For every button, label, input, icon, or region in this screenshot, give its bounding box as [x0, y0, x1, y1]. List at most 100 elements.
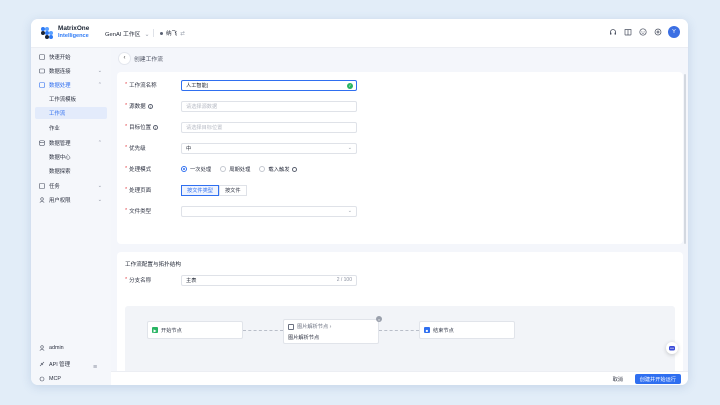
avatar[interactable]: Y [668, 26, 680, 38]
sidebar-item-label: 工作流 [49, 111, 66, 117]
radio-label: 载入触发 [268, 167, 290, 173]
workflow-config-card: 工作流配置与拓扑结构 * 分支名称 主表 2 / 100 ▶ 开始节点 图片解析节 [117, 252, 683, 385]
by-file-type-option[interactable]: 按文件类型 [181, 184, 219, 196]
parser-node-header: 图片解析节点 › [288, 323, 331, 330]
input-placeholder: 请选择源数据 [186, 103, 218, 110]
target-location-input[interactable]: 请选择目标位置 [181, 121, 357, 133]
sidebar-item-tasks[interactable]: 任务 ⌄ [35, 180, 107, 192]
top-tools: Y [608, 26, 680, 38]
project-dot-icon [160, 32, 163, 36]
brand-logo-icon [41, 27, 53, 39]
form-row-priority: * 优先级 中 ⌄ [125, 142, 357, 154]
rocket-icon [39, 54, 45, 60]
chevron-down-icon: ⌄ [347, 145, 352, 151]
form-row-target: * 目标位置 i 请选择目标位置 [125, 121, 357, 133]
sidebar-item-workflow-templates[interactable]: 工作流模板 [35, 93, 107, 105]
image-icon [288, 323, 294, 330]
form-row-page: * 处理页面 按文件类型 按文件 [125, 184, 247, 196]
start-node[interactable]: ▶ 开始节点 [147, 321, 243, 339]
project-switcher[interactable]: 纳飞 ⇄ [160, 29, 185, 37]
label-text: 工作流名称 [129, 83, 157, 89]
chevron-down-icon: ⌄ [97, 68, 102, 74]
chevron-down-icon: ⌄ [347, 208, 352, 214]
book-icon[interactable] [623, 28, 632, 37]
divider [153, 29, 154, 37]
target-label: * 目标位置 i [125, 123, 181, 131]
page-label: * 处理页面 [125, 187, 152, 194]
scrollbar[interactable] [684, 74, 686, 244]
sidebar-item-label: admin [49, 345, 64, 351]
start-node-icon: ▶ [152, 327, 158, 333]
sidebar-item-label: 数据探索 [49, 169, 71, 175]
person-icon [39, 345, 45, 351]
parser-node[interactable]: 图片解析节点 › 图片解析节点 [283, 319, 379, 344]
input-value: 主表 [186, 277, 197, 284]
workspace-switcher[interactable]: GenAI 工作区 ⌄ [105, 29, 149, 38]
section-title: 工作流配置与拓扑结构 [125, 262, 181, 268]
workflow-name-input[interactable]: 人工智能| ✓ [181, 79, 357, 91]
label-text: 文件类型 [129, 209, 152, 215]
file-type-select[interactable]: ⌄ [181, 205, 357, 217]
sidebar-item-jobs[interactable]: 作业 [35, 122, 107, 134]
db-icon [39, 140, 45, 146]
input-placeholder: 请选择目标位置 [186, 124, 223, 131]
sidebar-item-label: 工作流模板 [49, 97, 76, 103]
mode-label: * 处理模式 [125, 166, 152, 173]
sidebar-item-label: 数据处理 [49, 83, 71, 89]
settings-icon[interactable] [653, 28, 662, 37]
filetype-label: * 文件类型 [125, 208, 152, 215]
radio-periodic[interactable]: 周期处理 [220, 165, 250, 173]
source-data-input[interactable]: 请选择源数据 [181, 100, 357, 112]
sidebar-item-label: MCP [49, 376, 61, 382]
brand-line2: Intelligence [58, 33, 89, 39]
form-row-branch: * 分支名称 主表 2 / 100 [125, 274, 357, 286]
node-header-label: 图片解析节点 › [297, 324, 332, 330]
branch-name-input[interactable]: 主表 2 / 100 [181, 274, 357, 286]
sidebar-item-workflow[interactable]: 工作流 [35, 107, 107, 119]
priority-select[interactable]: 中 ⌄ [181, 142, 357, 154]
headset-icon[interactable] [608, 28, 617, 37]
app-window: MatrixOne Intelligence GenAI 工作区 ⌄ 纳飞 ⇄ Y [31, 19, 688, 385]
by-file-option[interactable]: 按文件 [218, 184, 247, 196]
sidebar-item-label: 用户权限 [49, 198, 71, 204]
sidebar-item-label: 数据连接 [49, 69, 71, 75]
parser-node-body: 图片解析节点 [288, 335, 320, 341]
chevron-down-icon: ⌄ [97, 197, 102, 203]
back-button[interactable]: ‹ [119, 52, 130, 64]
form-row-filetype: * 文件类型 ⌄ [125, 205, 357, 217]
sidebar-item-quickstart[interactable]: 快速开始 [35, 51, 107, 63]
sidebar-item-data-explore[interactable]: 数据探索 [35, 165, 107, 177]
source-label: * 源数据 i [125, 102, 181, 110]
end-node-icon: ■ [424, 327, 430, 333]
label-text: 源数据 [129, 104, 146, 110]
close-icon[interactable]: × [376, 316, 382, 322]
input-value: 人工智能| [186, 82, 209, 89]
char-counter: 2 / 100 [336, 277, 352, 283]
sidebar-item-data-manage[interactable]: 数据管理 ⌃ [35, 137, 107, 149]
end-node[interactable]: ■ 结束节点 [419, 321, 515, 339]
radio-trigger[interactable]: 载入触发 [259, 165, 297, 173]
brand-name: MatrixOne Intelligence [58, 25, 89, 39]
info-icon: i [147, 103, 153, 109]
sidebar-item-label: API 管理 [49, 362, 70, 368]
collapse-sidebar-icon[interactable]: ≡ [93, 364, 97, 371]
chevron-down-icon: ⌄ [97, 183, 102, 189]
sidebar-item-label: 任务 [49, 184, 60, 190]
link-icon [39, 68, 45, 74]
form-row-name: * 工作流名称 人工智能| ✓ [125, 79, 357, 91]
sidebar-item-admin[interactable]: admin [35, 342, 107, 354]
sidebar-item-data-connect[interactable]: 数据连接 ⌄ [35, 65, 107, 77]
sidebar-item-mcp[interactable]: MCP [35, 373, 107, 385]
project-label: 纳飞 [166, 31, 178, 37]
assistant-icon[interactable] [666, 342, 678, 354]
sidebar-item-data-process[interactable]: 数据处理 ⌃ [35, 79, 107, 91]
radio-once[interactable]: 一次处理 [181, 165, 211, 173]
edge-parser-end [379, 330, 419, 331]
emoji-icon[interactable] [638, 28, 647, 37]
sidebar-item-user-perms[interactable]: 用户权限 ⌄ [35, 194, 107, 206]
sidebar-item-data-center[interactable]: 数据中心 [35, 151, 107, 163]
radio-label: 一次处理 [190, 167, 212, 173]
create-and-run-button[interactable]: 创建并开始运行 [634, 374, 681, 384]
process-icon [39, 82, 45, 88]
cancel-button[interactable]: 取消 [607, 374, 628, 384]
